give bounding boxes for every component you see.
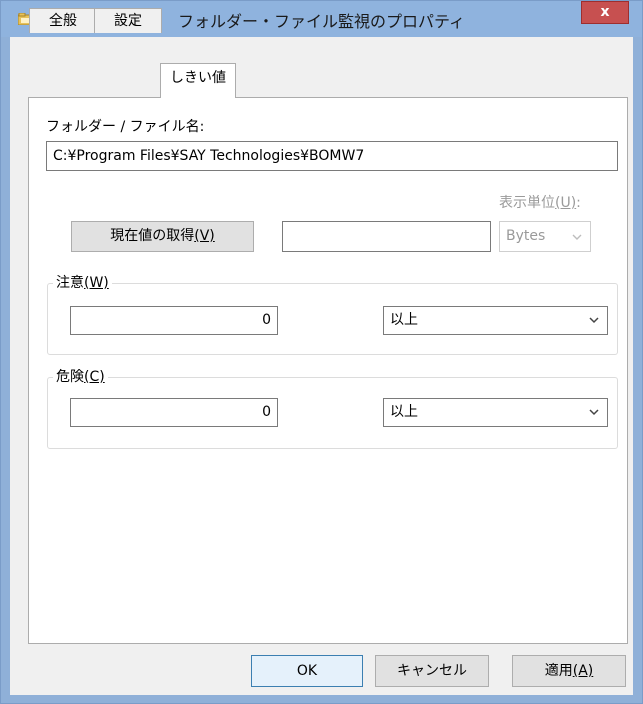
danger-condition-select[interactable]: 以上 [383, 398, 608, 427]
chevron-down-icon [572, 234, 582, 240]
chevron-down-icon [589, 317, 599, 324]
tab-general[interactable]: 全般 [29, 8, 97, 33]
ok-button[interactable]: OK [251, 655, 363, 687]
current-value-field [282, 221, 491, 252]
path-label: フォルダー / ファイル名: [46, 119, 205, 135]
apply-button[interactable]: 適用(A) [512, 655, 626, 687]
chevron-down-icon [589, 409, 599, 416]
path-value: C:¥Program Files¥SAY Technologies¥BOMW7 [53, 148, 365, 164]
close-button[interactable]: x [581, 1, 629, 24]
tab-panel-threshold [28, 97, 628, 644]
tab-threshold[interactable]: しきい値 [160, 63, 236, 98]
unit-label: 表示単位(U): [499, 195, 581, 211]
path-field[interactable]: C:¥Program Files¥SAY Technologies¥BOMW7 [46, 141, 618, 171]
danger-threshold-input[interactable]: 0 [70, 398, 278, 427]
tab-settings[interactable]: 設定 [94, 8, 162, 33]
warning-condition-select[interactable]: 以上 [383, 306, 608, 335]
unit-select: Bytes [499, 221, 591, 252]
warning-condition-value: 以上 [390, 312, 418, 328]
danger-condition-value: 以上 [390, 404, 418, 420]
warning-threshold-input[interactable]: 0 [70, 306, 278, 335]
warning-group-title: 注意(W) [53, 272, 112, 292]
danger-group-title: 危険(C) [53, 366, 108, 386]
get-current-value-button[interactable]: 現在値の取得(V) [71, 221, 254, 252]
cancel-button[interactable]: キャンセル [375, 655, 489, 687]
unit-select-value: Bytes [506, 228, 546, 244]
